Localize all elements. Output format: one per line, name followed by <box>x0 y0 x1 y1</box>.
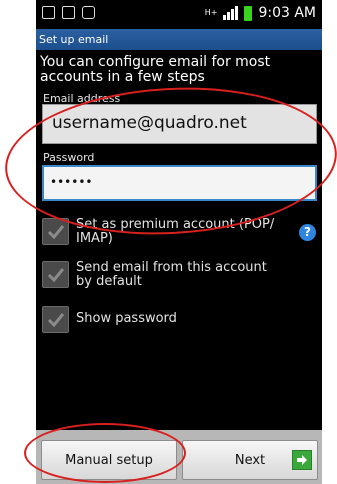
phone-screen: H+ 9:03 AM Set up email You can configur… <box>36 0 322 484</box>
password-field[interactable]: •••••• <box>42 165 317 201</box>
bottom-bar: Manual setup Next <box>36 430 322 484</box>
status-bar: H+ 9:03 AM <box>36 0 322 29</box>
checkmark-icon <box>47 267 64 282</box>
intro-text: You can configure email for most account… <box>40 54 271 85</box>
show-password-option[interactable]: Show password <box>42 306 318 333</box>
missed-call-icon <box>42 6 55 19</box>
send-default-checkbox[interactable] <box>42 261 69 288</box>
email-field[interactable]: username@quadro.net <box>42 104 317 144</box>
battery-icon <box>244 5 253 21</box>
send-default-label: Send email from this account by default <box>76 260 267 289</box>
checkmark-icon <box>47 224 64 239</box>
premium-account-label: Set as premium account (POP/ IMAP) <box>76 217 275 246</box>
manual-setup-button[interactable]: Manual setup <box>41 440 177 480</box>
network-type: H+ <box>204 8 218 17</box>
password-label: Password <box>43 151 95 164</box>
help-icon[interactable]: ? <box>299 224 316 241</box>
send-default-option[interactable]: Send email from this account by default <box>42 261 318 289</box>
checkmark-icon <box>47 312 64 327</box>
photo-icon <box>82 6 95 19</box>
show-password-label: Show password <box>76 311 177 326</box>
mail-icon <box>62 6 75 19</box>
premium-account-option[interactable]: Set as premium account (POP/ IMAP) <box>42 218 318 246</box>
next-button[interactable]: Next <box>182 440 318 480</box>
clock: 9:03 AM <box>258 5 316 21</box>
next-label: Next <box>234 452 266 468</box>
premium-account-checkbox[interactable] <box>42 218 69 245</box>
arrow-right-icon <box>292 450 312 470</box>
screen-title: Set up email <box>36 29 322 50</box>
show-password-checkbox[interactable] <box>42 306 69 333</box>
signal-icon <box>223 6 239 20</box>
manual-setup-label: Manual setup <box>65 452 153 468</box>
